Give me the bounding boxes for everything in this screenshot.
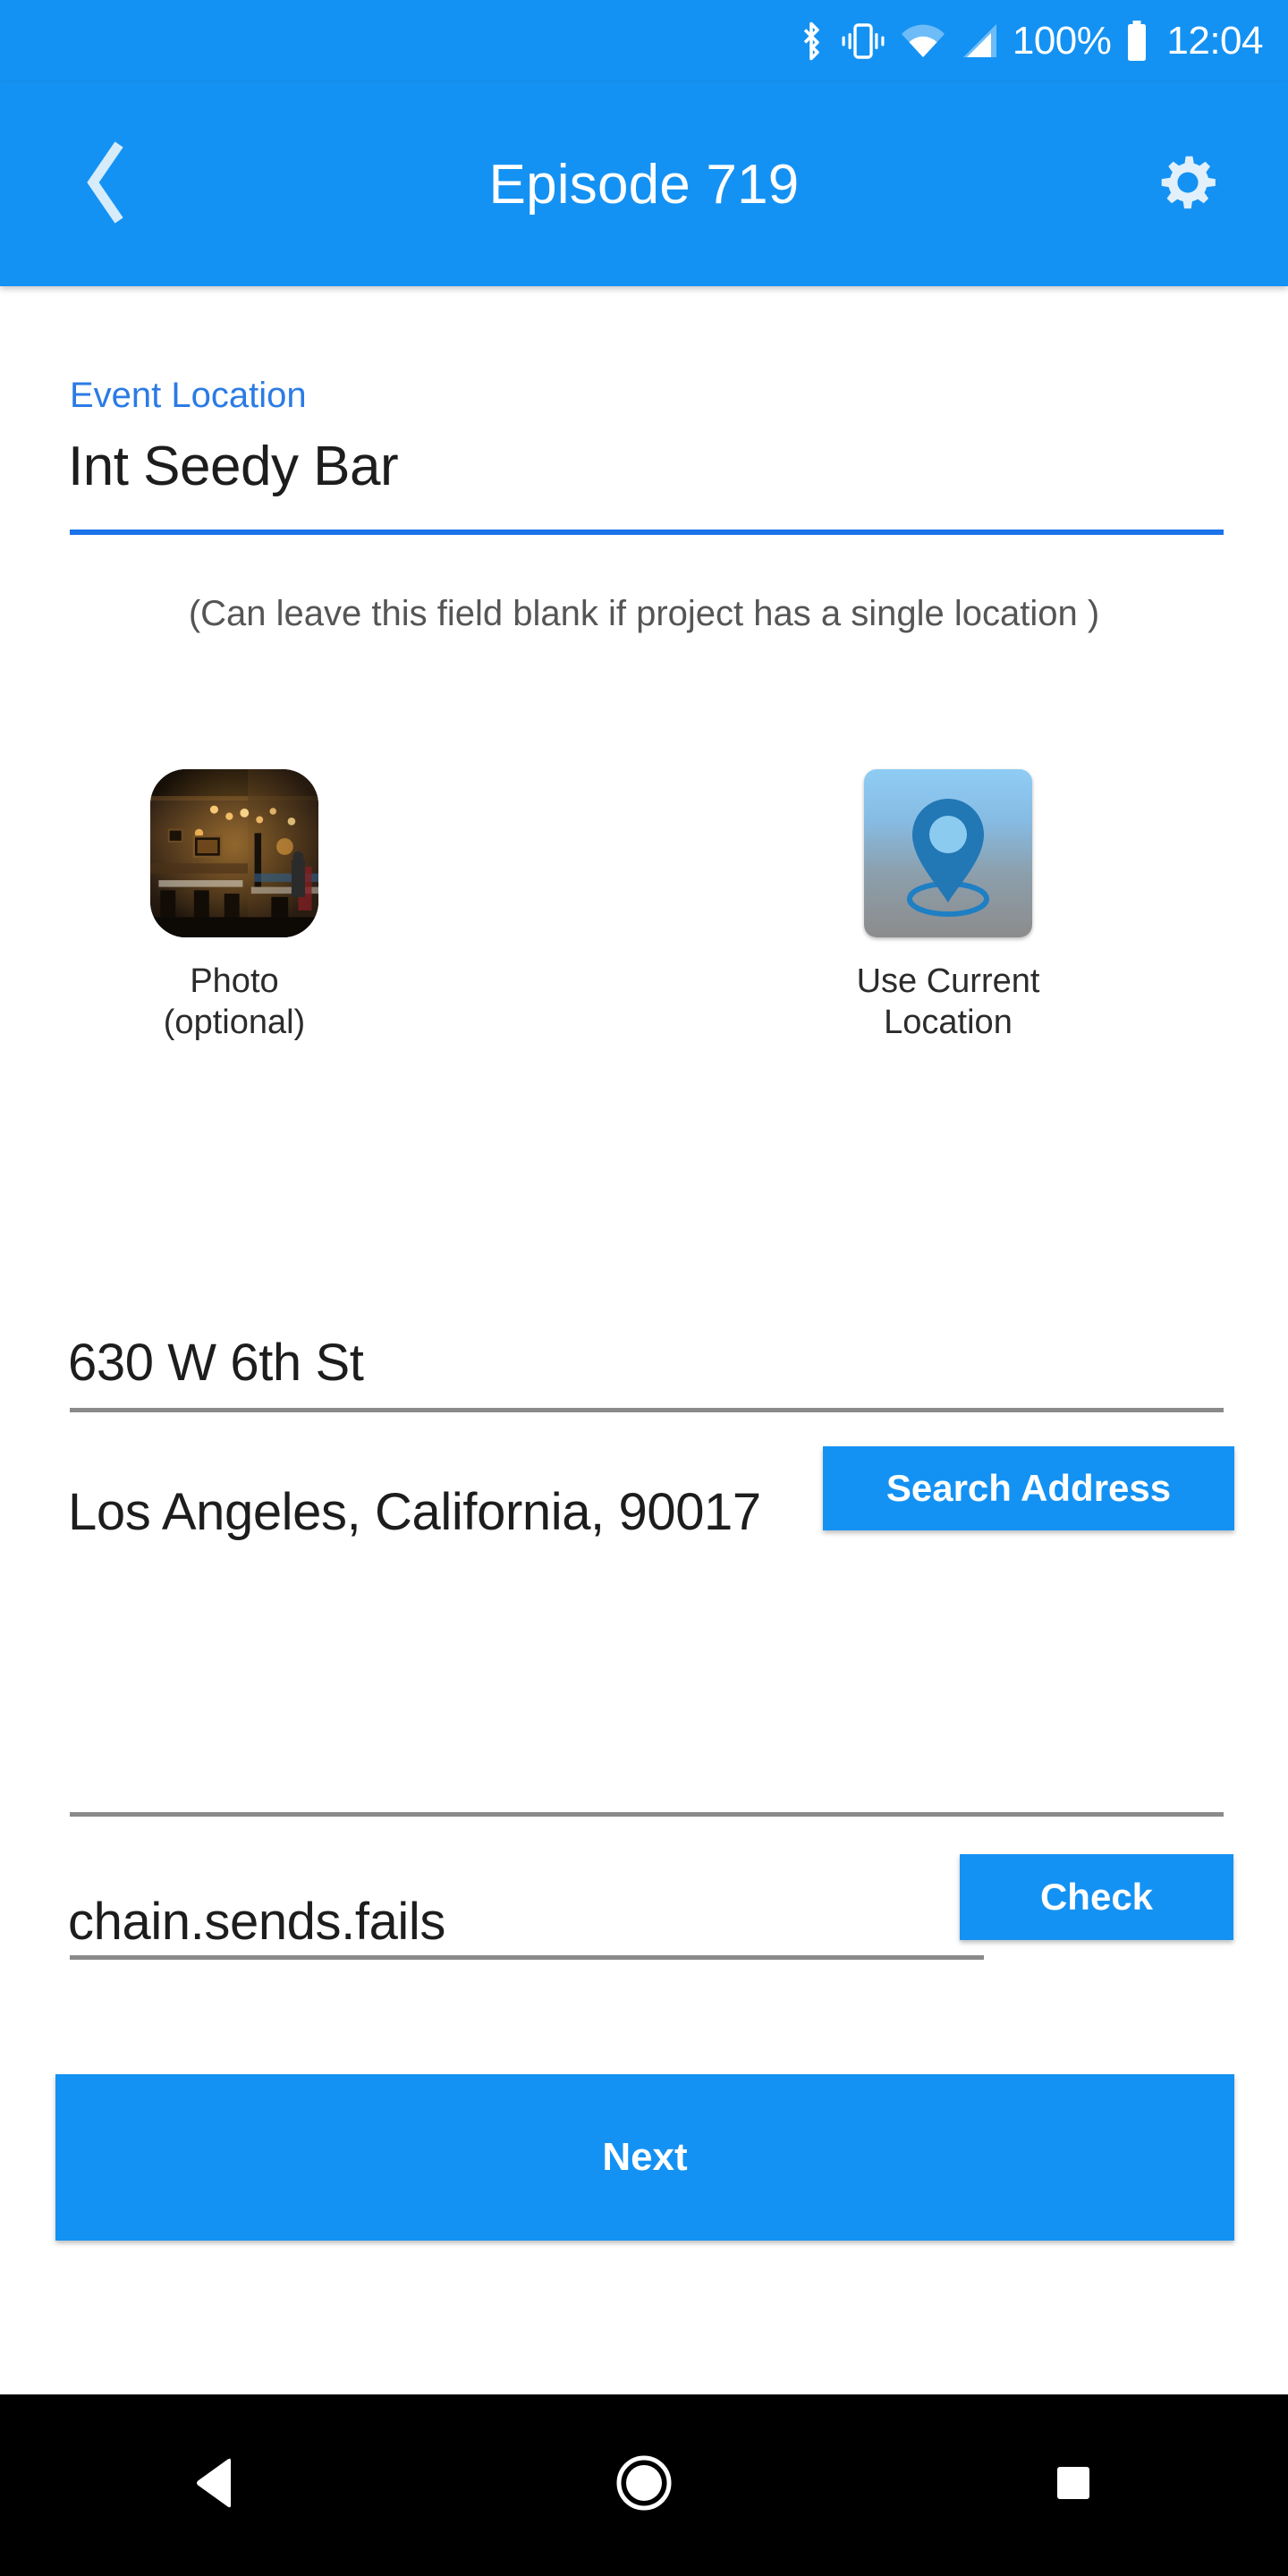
cell-signal-icon (959, 21, 1000, 61)
current-location-caption-line2: Location (884, 1004, 1013, 1042)
nav-recents-button[interactable] (984, 2432, 1163, 2539)
nav-recents-square-icon (1051, 2461, 1096, 2510)
event-location-label: Event Location (70, 376, 307, 415)
battery-percent-label: 100% (1012, 19, 1112, 63)
chevron-left-icon (82, 140, 129, 228)
nav-back-button[interactable] (125, 2432, 304, 2539)
nav-home-circle-icon (614, 2453, 674, 2517)
check-button[interactable]: Check (960, 1854, 1233, 1940)
gear-icon (1155, 149, 1221, 220)
nav-back-triangle-icon (191, 2457, 238, 2513)
event-location-underline (70, 530, 1224, 535)
what3words-input[interactable]: chain.sends.fails (68, 1892, 445, 1952)
street-address-underline (70, 1408, 1224, 1412)
page-title: Episode 719 (488, 153, 800, 216)
photo-caption-line2: (optional) (163, 1004, 306, 1042)
use-current-location-caption: Use Current Location (857, 961, 1040, 1044)
city-state-zip-underline (70, 1812, 1224, 1817)
photo-picker[interactable]: Photo (optional) (55, 769, 413, 1044)
app-bar: Episode 719 (0, 82, 1288, 286)
event-location-input[interactable]: Int Seedy Bar (68, 435, 399, 498)
current-location-caption-line1: Use Current (856, 962, 1040, 1000)
clock-label: 12:04 (1166, 19, 1263, 63)
vibrate-icon (839, 21, 887, 62)
phone-screen: 100% 12:04 Episode 719 Event Location In… (0, 0, 1288, 2576)
photo-caption: Photo (optional) (164, 961, 305, 1044)
search-address-button[interactable]: Search Address (823, 1446, 1234, 1530)
battery-full-icon (1125, 20, 1148, 63)
photo-caption-line1: Photo (190, 962, 279, 1000)
nav-home-button[interactable] (555, 2432, 733, 2539)
status-bar: 100% 12:04 (0, 0, 1288, 82)
event-location-hint: (Can leave this field blank if project h… (188, 594, 1100, 633)
photo-thumbnail[interactable] (150, 769, 318, 937)
form-content: Event Location Int Seedy Bar (Can leave … (0, 286, 1288, 2394)
city-state-zip-input[interactable]: Los Angeles, California, 90017 (68, 1482, 761, 1542)
settings-button[interactable] (1143, 140, 1233, 229)
what3words-underline (70, 1955, 984, 1960)
media-row: Photo (optional) Use Current Location (0, 769, 1288, 1145)
street-address-input[interactable]: 630 W 6th St (68, 1333, 364, 1393)
map-pin-icon[interactable] (864, 769, 1032, 937)
back-button[interactable] (66, 140, 145, 229)
use-current-location-button[interactable]: Use Current Location (769, 769, 1127, 1044)
next-button[interactable]: Next (55, 2074, 1234, 2241)
photo-thumbnail-image (150, 769, 318, 937)
bluetooth-icon (796, 19, 826, 64)
wifi-icon (900, 21, 946, 61)
system-navigation-bar (0, 2394, 1288, 2576)
